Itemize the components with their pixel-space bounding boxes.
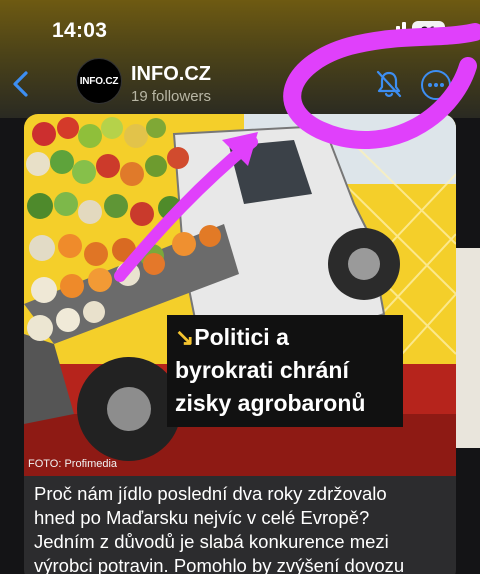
- bell-muted-icon[interactable]: [374, 68, 404, 100]
- photo-credit: FOTO: Profimedia: [28, 458, 118, 470]
- channel-name[interactable]: INFO.CZ: [131, 63, 211, 86]
- post-card[interactable]: ↘Politici a byrokrati chrání zisky agrob…: [24, 114, 456, 574]
- battery-indicator: 91: [412, 21, 445, 41]
- headline-line-3: zisky agrobaronů: [175, 390, 366, 416]
- headline-overlay: ↘Politici a byrokrati chrání zisky agrob…: [167, 315, 403, 427]
- body-line: hned po Maďarsku nejvíc v celé Evropě?: [34, 507, 370, 528]
- back-chevron-icon[interactable]: [6, 68, 36, 100]
- signal-icon: [384, 22, 406, 40]
- more-options-icon[interactable]: [421, 70, 451, 100]
- battery-nub: [446, 27, 449, 35]
- followers-count: 19 followers: [131, 88, 212, 105]
- body-line: výrobci potravin. Pomohlo by zvýšení dov…: [34, 555, 405, 574]
- body-line: Proč nám jídlo poslední dva roky zdržova…: [34, 483, 387, 504]
- headline-line-1: ↘Politici a: [175, 324, 289, 350]
- post-body-text[interactable]: Proč nám jídlo poslední dva roky zdržova…: [34, 482, 454, 574]
- body-line: Jedním z důvodů je slabá konkurence mezi: [34, 531, 389, 552]
- top-bar: [0, 0, 480, 118]
- channel-avatar[interactable]: INFO.CZ: [76, 58, 122, 104]
- headline-arrow-icon: ↘: [175, 324, 195, 350]
- status-time: 14:03: [52, 19, 108, 42]
- headline-line-2: byrokrati chrání: [175, 357, 349, 383]
